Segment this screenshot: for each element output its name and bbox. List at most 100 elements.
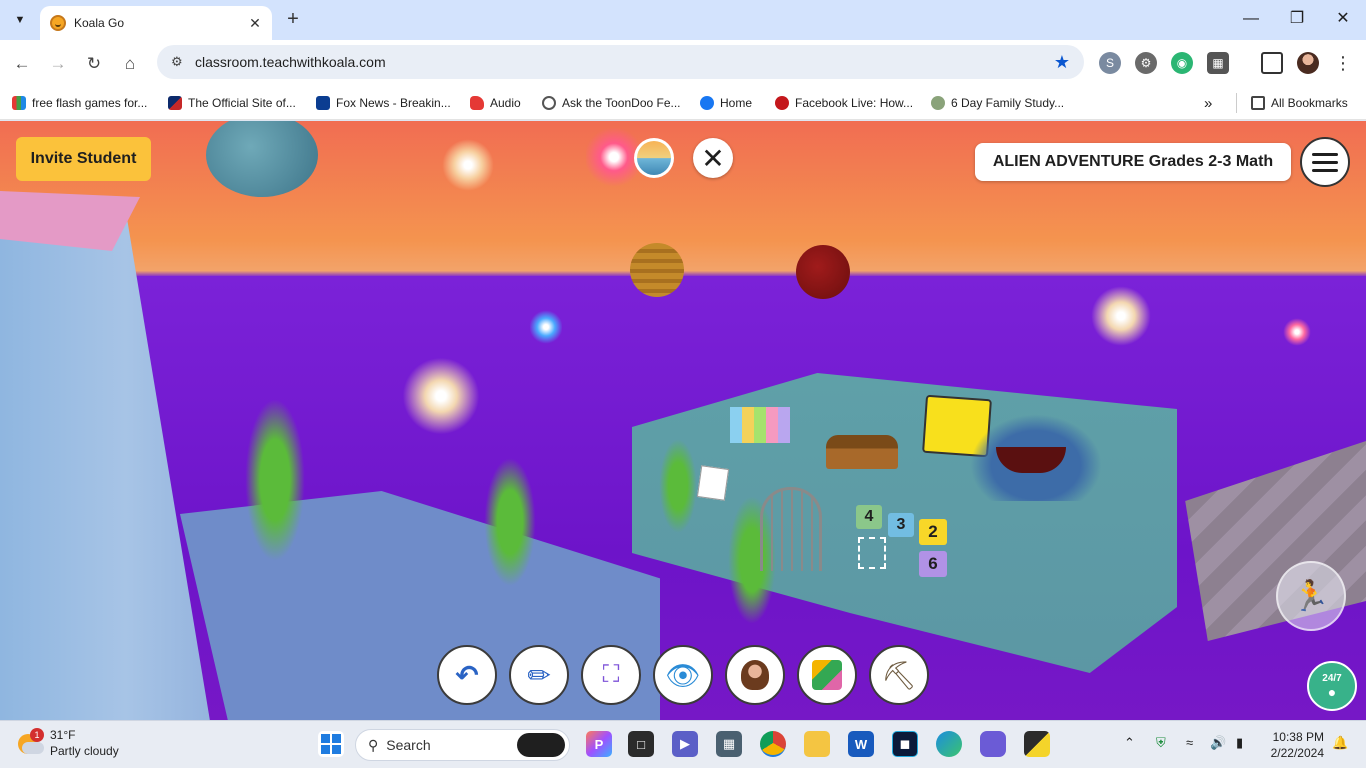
undo-icon: ↶ (455, 659, 479, 691)
number-tile[interactable]: 6 (919, 551, 947, 577)
forward-button[interactable]: → (46, 52, 70, 76)
bookmark-label: free flash games for... (32, 96, 148, 110)
treasure-chest[interactable] (826, 435, 898, 469)
screen: ▼ Koala Go ✕ + — ❐ ✕ ← → ↻ ⌂ ⚙ classroom… (0, 0, 1366, 768)
wifi-icon[interactable]: ≈ (1186, 735, 1193, 750)
bookmark-item[interactable]: Facebook Live: How... (775, 93, 913, 113)
bookmark-item[interactable]: Audio (470, 93, 521, 113)
reload-button[interactable]: ↻ (82, 52, 106, 76)
tab-search-chevron-icon[interactable]: ▼ (8, 8, 32, 32)
shovel-tool-button[interactable]: ⛏ (869, 645, 929, 705)
teams-meet-icon[interactable]: ▶ (672, 731, 698, 757)
calculator-icon[interactable]: ▦ (716, 731, 742, 757)
tab-title: Koala Go (74, 16, 125, 30)
minimize-window-button[interactable]: — (1236, 8, 1266, 30)
word-icon[interactable]: W (848, 731, 874, 757)
clock-time: 10:38 PM (1272, 730, 1324, 744)
sparkle (1086, 281, 1156, 351)
bookmark-item[interactable]: free flash games for... (12, 93, 147, 113)
mlb-icon (168, 96, 182, 110)
menu-line (1312, 152, 1338, 156)
more-bookmarks-chevron-icon[interactable]: » (1204, 93, 1212, 113)
planet-orange (630, 243, 684, 297)
blocks-icon (812, 660, 842, 690)
empty-tile-slot[interactable] (858, 537, 886, 569)
copilot-pre-icon[interactable]: P (586, 731, 612, 757)
bookmark-item[interactable]: The Official Site of... (168, 93, 296, 113)
photos-app-icon[interactable] (980, 731, 1006, 757)
restore-window-button[interactable]: ❐ (1282, 8, 1312, 30)
bookmark-label: 6 Day Family Study... (951, 96, 1065, 110)
gear-extension-icon[interactable]: ⚙ (1135, 52, 1157, 74)
security-shield-icon[interactable]: ⛨ (1156, 735, 1166, 751)
all-bookmarks-button[interactable]: All Bookmarks (1236, 93, 1348, 113)
notification-bell-icon[interactable]: 🔔 (1332, 735, 1348, 751)
taskbar-search-box[interactable]: ⚲ Search (355, 729, 570, 761)
extensions-puzzle-icon[interactable]: ▦ (1207, 52, 1229, 74)
browser-toolbar: ← → ↻ ⌂ ⚙ classroom.teachwithkoala.com ★… (0, 40, 1366, 86)
bookmark-item[interactable]: Home (700, 93, 752, 113)
weather-temp: 31°F (50, 728, 76, 742)
home-button[interactable]: ⌂ (118, 52, 142, 76)
weather-widget[interactable]: 1 31°F Partly cloudy (14, 727, 119, 759)
focus-tool-button[interactable]: ⛶ (581, 645, 641, 705)
bookmark-label: Home (720, 96, 753, 110)
site-settings-icon[interactable]: ⚙ (171, 54, 189, 70)
edge-icon[interactable] (936, 731, 962, 757)
volume-icon[interactable]: 🔊 (1210, 735, 1226, 751)
side-panel-icon[interactable] (1261, 52, 1283, 74)
youtube-icon (775, 96, 789, 110)
task-view-icon[interactable]: □ (628, 731, 654, 757)
tab-koala-go[interactable]: Koala Go ✕ (40, 6, 272, 40)
close-tab-icon[interactable]: ✕ (246, 15, 264, 32)
partly-cloudy-icon: 1 (14, 728, 44, 758)
battery-icon[interactable]: ▮ (1236, 735, 1243, 751)
game-canvas[interactable]: 4 3 2 6 Invite Student ✕ ALIEN ADVENTURE… (0, 121, 1366, 720)
show-hidden-icons-chevron-icon[interactable]: ⌃ (1124, 735, 1135, 751)
shovel-icon: ⛏ (881, 659, 917, 691)
close-game-button[interactable]: ✕ (693, 138, 733, 178)
weather-desc: Partly cloudy (50, 744, 119, 758)
address-bar[interactable]: ⚙ classroom.teachwithkoala.com ★ (157, 45, 1084, 79)
teacher-tool-button[interactable] (725, 645, 785, 705)
paper-sign[interactable] (696, 465, 730, 501)
chrome-menu-icon[interactable]: ⋮ (1334, 52, 1352, 74)
blocks-tool-button[interactable] (797, 645, 857, 705)
skype-extension-icon[interactable]: S (1099, 52, 1121, 74)
chrome-taskbar-icon[interactable] (760, 731, 786, 757)
back-button[interactable]: ← (10, 52, 34, 76)
file-explorer-icon[interactable] (804, 731, 830, 757)
undo-tool-button[interactable]: ↶ (437, 645, 497, 705)
number-tile[interactable]: 3 (888, 513, 914, 537)
screen-recorder-icon[interactable]: ◼ (892, 731, 918, 757)
bookmark-star-icon[interactable]: ★ (1054, 52, 1070, 73)
sky-theme-button[interactable] (634, 138, 674, 178)
pencil-tool-button[interactable]: ✏ (509, 645, 569, 705)
invite-student-button[interactable]: Invite Student (16, 137, 151, 181)
jump-button[interactable]: 🏃 (1276, 561, 1346, 631)
system-clock[interactable]: 10:38 PM 2/22/2024 (1262, 729, 1324, 761)
close-window-button[interactable]: ✕ (1328, 8, 1358, 30)
running-figure-icon: 🏃 (1292, 579, 1330, 613)
hamburger-menu-button[interactable] (1300, 137, 1350, 187)
bookmark-item[interactable]: Ask the ToonDoo Fe... (542, 93, 681, 113)
bookmark-item[interactable]: 6 Day Family Study... (931, 93, 1064, 113)
fox-news-icon (316, 96, 330, 110)
help-support-button[interactable]: 24/7 ● (1307, 661, 1357, 711)
bookmark-item[interactable]: Fox News - Breakin... (316, 93, 451, 113)
view-tool-button[interactable]: 👁 (653, 645, 713, 705)
number-tile[interactable]: 4 (856, 505, 882, 529)
bookmark-label: Audio (490, 96, 521, 110)
windows-taskbar: 1 31°F Partly cloudy ⚲ Search P □ ▶ ▦ W … (0, 720, 1366, 768)
sparkle (440, 137, 496, 193)
new-tab-button[interactable]: + (282, 8, 304, 30)
number-tile[interactable]: 2 (919, 519, 947, 545)
url-text[interactable]: classroom.teachwithkoala.com (195, 54, 1054, 70)
start-windows-icon[interactable] (318, 731, 344, 757)
sticky-app-icon[interactable] (1024, 731, 1050, 757)
clock-date: 2/22/2024 (1270, 746, 1324, 760)
menu-line (1312, 160, 1338, 164)
iron-gate[interactable] (760, 487, 822, 571)
screen-capture-extension-icon[interactable]: ◉ (1171, 52, 1193, 74)
profile-avatar[interactable] (1297, 52, 1319, 74)
